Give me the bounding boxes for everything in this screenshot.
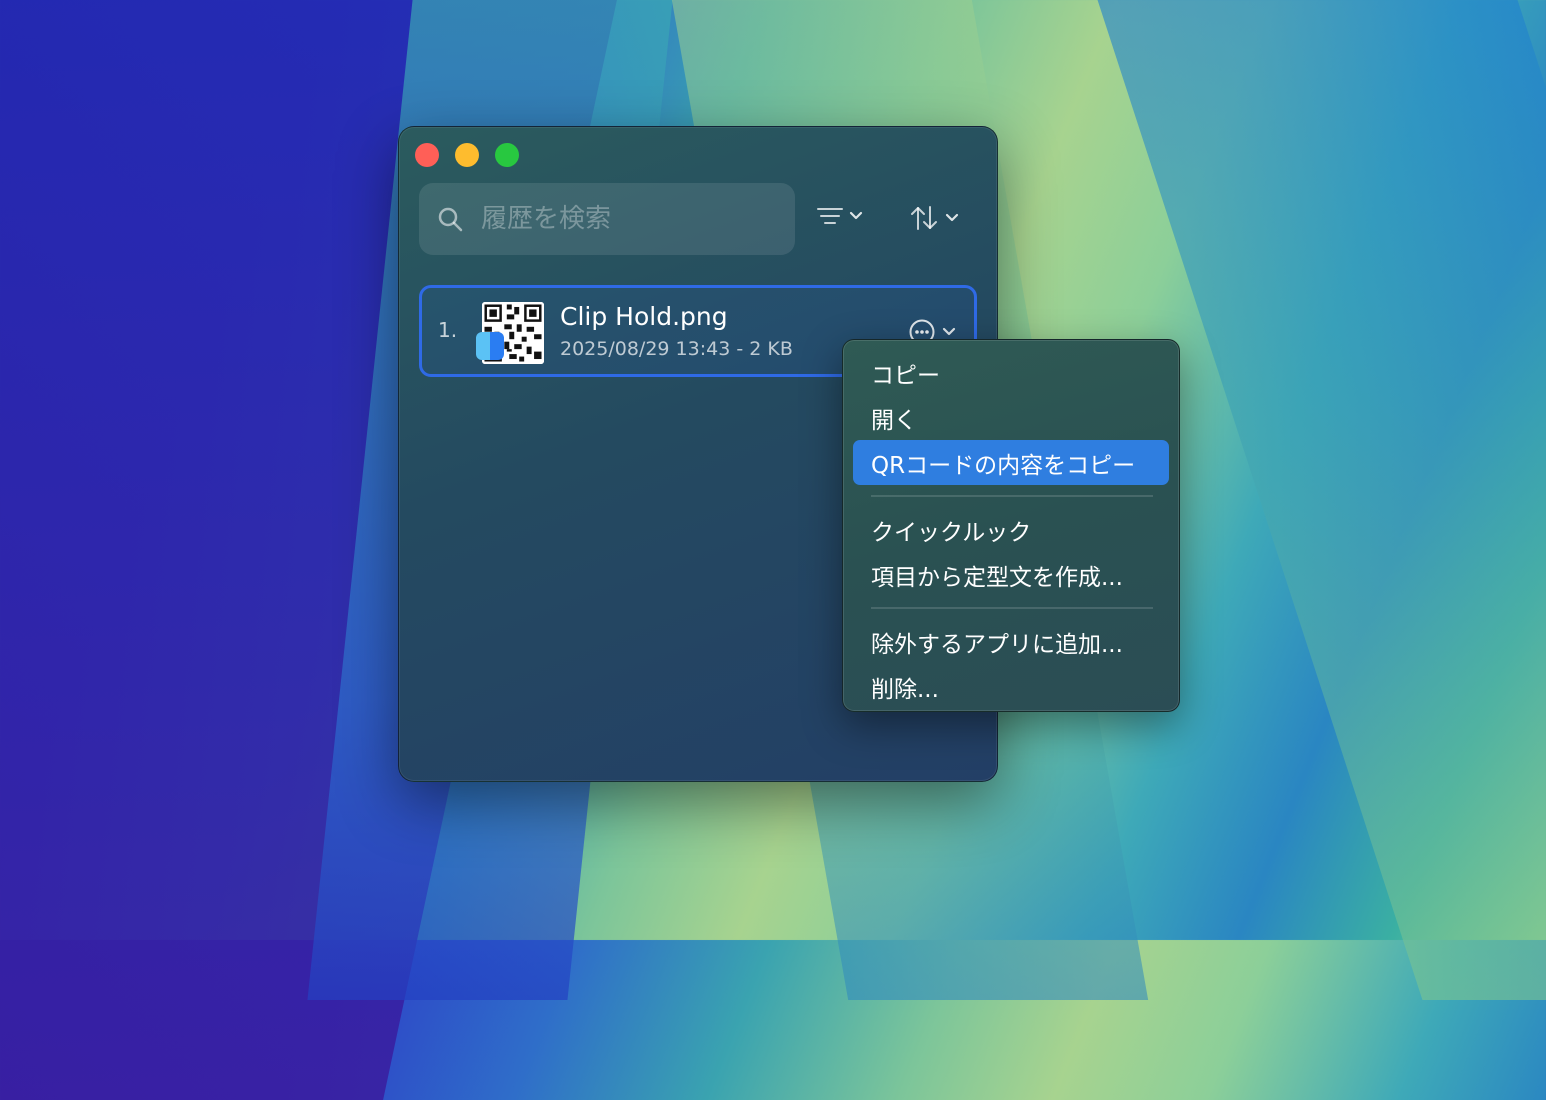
menu-item-exclude-app[interactable]: 除外するアプリに追加...: [853, 619, 1169, 664]
filter-lines-icon: [817, 208, 843, 224]
search-field[interactable]: [419, 183, 795, 255]
chevron-down-icon: [849, 211, 863, 220]
menu-item-open[interactable]: 開く: [853, 395, 1169, 440]
menu-item-delete[interactable]: 削除...: [853, 664, 1169, 709]
filter-menu-button[interactable]: [817, 205, 863, 227]
item-index: 1.: [438, 318, 458, 342]
menu-item-create-snippet[interactable]: 項目から定型文を作成...: [853, 552, 1169, 597]
menu-separator: [871, 495, 1153, 497]
item-name: Clip Hold.png: [560, 302, 728, 331]
menu-separator: [871, 607, 1153, 609]
context-menu: コピー 開く QRコードの内容をコピー クイックルック 項目から定型文を作成..…: [842, 339, 1180, 712]
menu-item-copy-qr-content[interactable]: QRコードの内容をコピー: [853, 440, 1169, 485]
zoom-button[interactable]: [495, 143, 519, 167]
window-controls: [415, 143, 519, 167]
sort-menu-button[interactable]: [909, 205, 959, 231]
minimize-button[interactable]: [455, 143, 479, 167]
search-input[interactable]: [479, 203, 763, 235]
search-icon: [438, 207, 463, 232]
close-button[interactable]: [415, 143, 439, 167]
chevron-down-icon: [942, 327, 956, 336]
sort-arrows-icon: [911, 206, 937, 230]
finder-icon: [476, 332, 504, 360]
menu-item-copy[interactable]: コピー: [853, 350, 1169, 395]
chevron-down-icon: [945, 213, 959, 222]
menu-item-quick-look[interactable]: クイックルック: [853, 507, 1169, 552]
item-meta: 2025/08/29 13:43 - 2 KB: [560, 338, 793, 360]
